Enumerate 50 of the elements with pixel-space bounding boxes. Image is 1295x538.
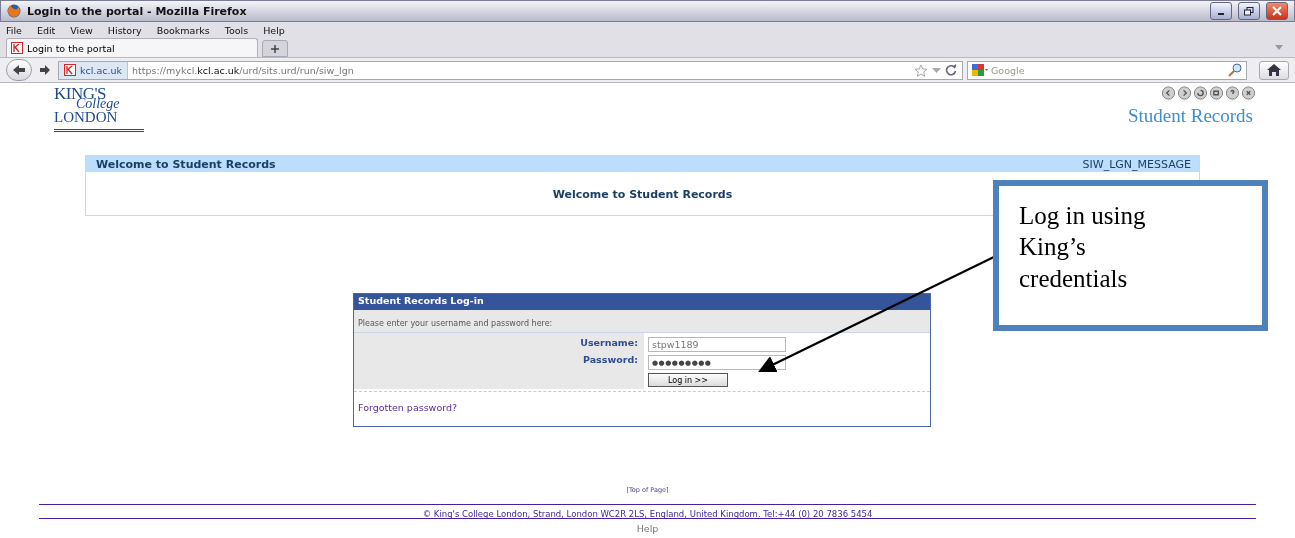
username-field[interactable]: stpw1189 <box>648 337 786 352</box>
reload-icon[interactable] <box>945 64 957 76</box>
panel-title: Welcome to Student Records <box>96 157 276 171</box>
menu-item[interactable]: Help <box>263 24 285 36</box>
menu-item[interactable]: Tools <box>224 24 249 36</box>
close-icon[interactable] <box>1241 86 1256 100</box>
forward-icon[interactable] <box>1177 86 1192 100</box>
forgotten-password-link[interactable]: Forgotten password? <box>358 402 457 413</box>
search-icon[interactable] <box>1228 63 1242 77</box>
back-icon[interactable] <box>1161 86 1176 100</box>
login-button[interactable]: Log in >> <box>648 373 728 387</box>
home-button[interactable] <box>1259 60 1289 80</box>
menu-item[interactable]: History <box>107 24 142 36</box>
menu-item[interactable]: Edit <box>36 24 56 36</box>
search-engine-icon[interactable] <box>972 64 988 76</box>
minimize-button[interactable] <box>1210 2 1232 20</box>
copyright-text: © King's College London, Strand, London WC2R 2LS, England, United Kingdom. Tel:+44 (0) 20 7836 5454 <box>422 509 873 519</box>
print-icon[interactable] <box>1209 86 1224 100</box>
welcome-message: Welcome to Student Records <box>551 187 734 201</box>
k-logo-icon <box>11 42 23 54</box>
window-title: Login to the portal - Mozilla Firefox <box>27 4 248 18</box>
firefox-icon <box>7 4 21 18</box>
close-icon <box>1272 6 1282 16</box>
callout-text: Log in using King’s credentials <box>1019 201 1147 294</box>
password-label: Password: <box>583 354 638 365</box>
message-code: SIW_LGN_MESSAGE <box>1082 157 1191 171</box>
back-button[interactable] <box>6 59 32 81</box>
username-label: Username: <box>580 337 638 348</box>
refresh-icon[interactable] <box>1193 86 1208 100</box>
star-icon[interactable] <box>914 63 928 77</box>
k-logo-icon <box>64 64 76 76</box>
plus-icon <box>270 43 280 54</box>
site-title: Student Records <box>1127 105 1253 127</box>
login-title: Student Records Log-in <box>354 294 930 310</box>
back-arrow-icon <box>12 64 26 76</box>
help-link[interactable]: Help <box>636 523 659 534</box>
college-logo: KING'S College LONDON <box>54 86 144 132</box>
forward-arrow-icon <box>39 65 51 75</box>
restore-button[interactable] <box>1238 2 1260 20</box>
address-field[interactable]: kcl.ac.uk https://mykcl.kcl.ac.uk/urd/sits.urd/run/siw_lgn <box>58 60 963 80</box>
menu-item[interactable]: View <box>70 24 93 36</box>
menu-item[interactable]: Bookmarks <box>156 24 210 36</box>
restore-icon <box>1244 6 1254 16</box>
menu-item[interactable]: File <box>6 24 22 36</box>
new-tab-button[interactable] <box>262 40 288 57</box>
home-icon <box>1267 64 1281 76</box>
login-instruction: Please enter your username and password here: <box>354 310 930 333</box>
help-icon[interactable] <box>1225 86 1240 100</box>
browser-tab[interactable]: Login to the portal <box>6 38 258 57</box>
close-button[interactable] <box>1266 2 1288 20</box>
